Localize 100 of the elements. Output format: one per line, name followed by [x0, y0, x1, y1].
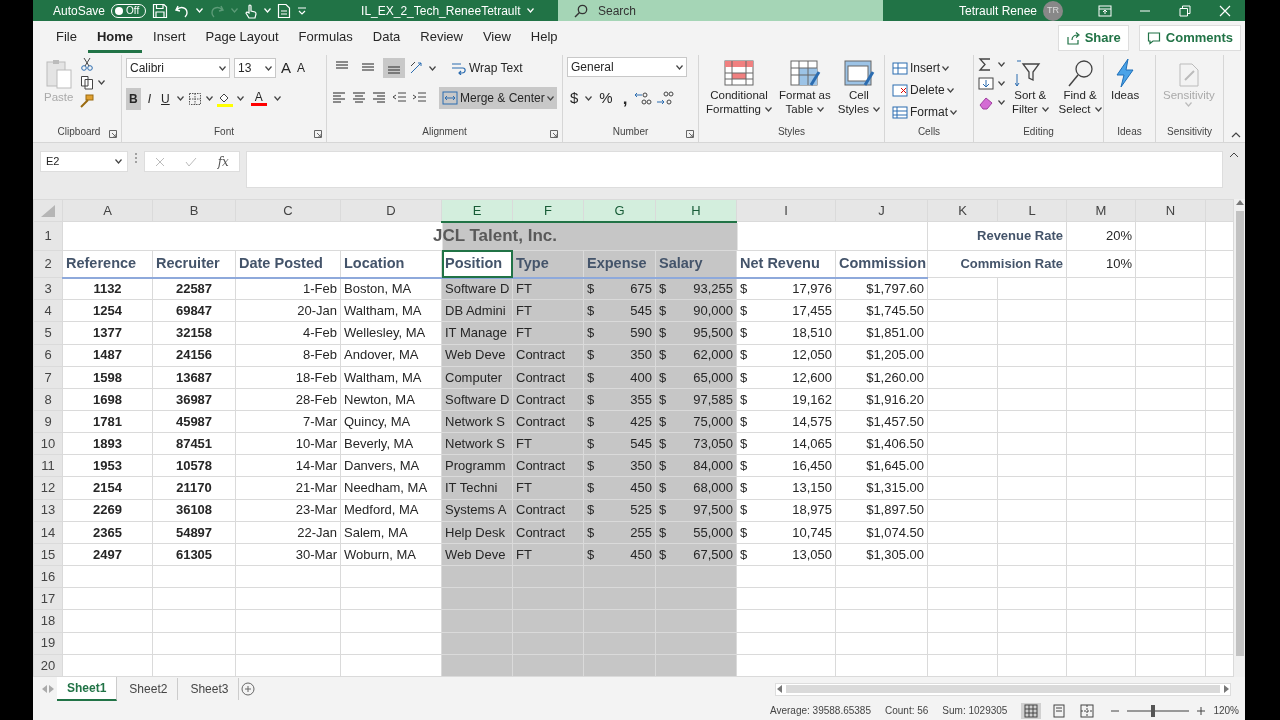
row-header[interactable]: 12 [33, 477, 63, 500]
zoom-slider[interactable] [1151, 704, 1156, 717]
align-left-icon[interactable] [331, 90, 347, 106]
check-icon[interactable] [185, 156, 198, 167]
caret-icon[interactable] [1041, 107, 1049, 113]
row-header[interactable]: 18 [33, 609, 63, 633]
user-name[interactable]: Tetrault Renee [958, 1, 1037, 20]
caret-icon[interactable] [946, 87, 954, 93]
caret-icon[interactable] [176, 96, 184, 101]
ribbon-tab[interactable]: View [473, 22, 520, 54]
row-header[interactable]: 1 [33, 221, 63, 251]
column-header[interactable]: B [152, 199, 236, 222]
comments-button[interactable]: Comments [1138, 25, 1241, 51]
dialog-launcher-icon[interactable] [109, 130, 117, 138]
row-header[interactable]: 7 [33, 366, 63, 389]
ribbon-tab[interactable]: Insert [144, 22, 195, 54]
font-color-button[interactable]: A [247, 89, 270, 108]
column-header[interactable]: H [655, 199, 737, 222]
caret-icon[interactable] [98, 80, 106, 85]
caret-icon[interactable] [998, 100, 1005, 105]
column-header[interactable]: E [441, 199, 513, 222]
row-header[interactable]: 16 [33, 565, 63, 588]
column-header[interactable]: A [62, 199, 153, 222]
ideas-button[interactable]: Ideas [1108, 57, 1143, 104]
column-header[interactable]: N [1135, 199, 1206, 222]
caret-icon[interactable] [817, 107, 825, 113]
currency-button[interactable]: $ [567, 85, 582, 112]
normal-view-icon[interactable] [1024, 703, 1039, 718]
caret-icon[interactable] [998, 81, 1005, 86]
row-header[interactable]: 11 [33, 454, 63, 477]
decrease-decimal-icon[interactable] [656, 90, 675, 107]
conditional-formatting-button[interactable]: Conditional Formatting [703, 57, 775, 118]
hand-pointer-icon[interactable] [244, 2, 259, 19]
caret-icon[interactable] [205, 96, 213, 101]
ribbon-tab[interactable]: Help [521, 22, 567, 54]
row-header[interactable]: 4 [33, 299, 63, 322]
scissors-icon[interactable] [80, 57, 95, 71]
page-layout-icon[interactable] [1052, 703, 1067, 718]
customize-icon[interactable] [297, 5, 308, 16]
ribbon-tab[interactable]: Page Layout [196, 22, 288, 54]
caret-icon[interactable] [265, 65, 272, 71]
dialog-launcher-icon[interactable] [550, 130, 558, 138]
caret-icon[interactable] [585, 95, 593, 101]
zoom-in-icon[interactable] [1197, 706, 1206, 715]
document-icon[interactable] [277, 2, 292, 19]
add-sheet-icon[interactable] [241, 682, 256, 696]
eraser-icon[interactable] [978, 95, 994, 110]
copy-icon[interactable] [80, 75, 95, 90]
format-table-button[interactable]: Format as Table [775, 57, 834, 118]
shrink-font-button[interactable]: A [296, 59, 307, 78]
borders-icon[interactable] [187, 91, 202, 106]
grow-font-button[interactable]: A [280, 57, 292, 80]
column-header[interactable]: M [1066, 199, 1136, 222]
name-box[interactable]: E2 [40, 151, 128, 172]
scrollbar-thumb[interactable] [1235, 211, 1244, 656]
row-header[interactable]: 9 [33, 410, 63, 433]
font-name-field[interactable]: Calibri [126, 58, 230, 79]
scrollbar-thumb[interactable] [786, 685, 1220, 693]
format-painter-icon[interactable] [80, 94, 95, 108]
caret-icon[interactable] [764, 107, 772, 113]
expand-icon[interactable] [1229, 151, 1239, 158]
sheet-tab[interactable]: Sheet2 [119, 678, 179, 700]
percent-button[interactable]: % [596, 85, 616, 112]
row-header[interactable]: 8 [33, 388, 63, 411]
ribbon-tab[interactable]: Home [87, 22, 143, 54]
caret-icon[interactable] [998, 62, 1005, 67]
column-header[interactable]: F [512, 199, 584, 222]
underline-button[interactable]: U [158, 87, 173, 110]
column-header[interactable]: K [927, 199, 998, 222]
find-select-button[interactable]: Find & Select [1055, 57, 1105, 118]
dialog-launcher-icon[interactable] [314, 130, 322, 138]
bold-button[interactable]: B [126, 87, 141, 110]
collapse-ribbon-icon[interactable] [1231, 131, 1241, 138]
row-header[interactable]: 20 [33, 654, 63, 677]
dialog-launcher-icon[interactable] [686, 130, 694, 138]
scroll-left-icon[interactable] [776, 685, 782, 693]
share-button[interactable]: Share [1057, 25, 1129, 51]
ribbon-tab[interactable]: File [47, 22, 86, 54]
close-icon[interactable] [1218, 3, 1232, 18]
column-header[interactable]: C [235, 199, 341, 222]
zoom-level[interactable]: 120% [1213, 703, 1239, 718]
number-format-field[interactable]: General [567, 57, 687, 77]
align-center-icon[interactable] [351, 90, 367, 106]
row-header[interactable]: 13 [33, 499, 63, 522]
row-header[interactable]: 17 [33, 587, 63, 610]
row-header[interactable]: 10 [33, 432, 63, 455]
caret-icon[interactable] [273, 96, 281, 101]
insert-cells-button[interactable]: Insert [889, 57, 960, 79]
page-break-icon[interactable] [1080, 703, 1095, 718]
caret-icon[interactable] [1094, 107, 1102, 113]
format-cells-button[interactable]: Format [889, 101, 960, 123]
comma-button[interactable]: , [619, 87, 631, 109]
row-header[interactable]: 14 [33, 521, 63, 544]
orientation-icon[interactable] [409, 60, 425, 76]
caret-icon[interactable] [546, 95, 554, 101]
delete-cells-button[interactable]: Delete [889, 79, 960, 101]
italic-button[interactable]: I [144, 87, 154, 110]
search-field[interactable]: Search [557, 0, 883, 21]
caret-icon[interactable] [942, 65, 949, 71]
caret-icon[interactable] [873, 107, 881, 113]
